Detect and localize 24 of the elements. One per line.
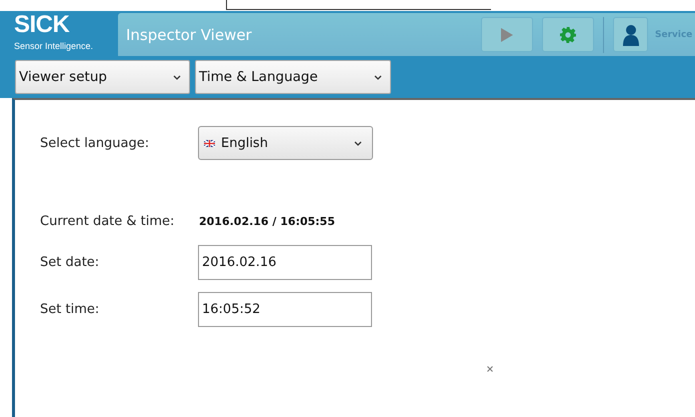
field-label: Set date:: [40, 255, 100, 270]
play-button[interactable]: [481, 17, 533, 52]
settings-button[interactable]: [542, 17, 594, 52]
language-dropdown[interactable]: English: [198, 126, 373, 160]
user-icon: [622, 24, 638, 46]
field-label: Set time:: [40, 302, 100, 317]
menu-dropdown[interactable]: Viewer setup: [15, 60, 190, 94]
chevron-icon: [374, 74, 382, 80]
flag-icon: [204, 140, 215, 146]
current-datetime: 2016.02.16 / 16:05:55: [199, 215, 335, 228]
input-field[interactable]: 2016.02.16: [198, 245, 372, 280]
logo-tagline: Sensor Intelligence.: [14, 40, 94, 52]
play-icon: [500, 26, 514, 42]
field-label: Current date & time:: [40, 214, 176, 229]
settings-icon: [560, 26, 576, 42]
chevron-icon: [354, 140, 362, 146]
user-button[interactable]: [613, 17, 648, 52]
app-title: Inspector Viewer: [126, 26, 253, 44]
menu-dropdown[interactable]: Time & Language: [195, 60, 391, 94]
chevron-icon: [173, 74, 181, 80]
logo-text: SICK: [14, 13, 70, 37]
input-field[interactable]: 16:05:52: [198, 292, 372, 327]
field-label: Select language:: [40, 136, 150, 150]
cursor-icon: [487, 366, 493, 372]
